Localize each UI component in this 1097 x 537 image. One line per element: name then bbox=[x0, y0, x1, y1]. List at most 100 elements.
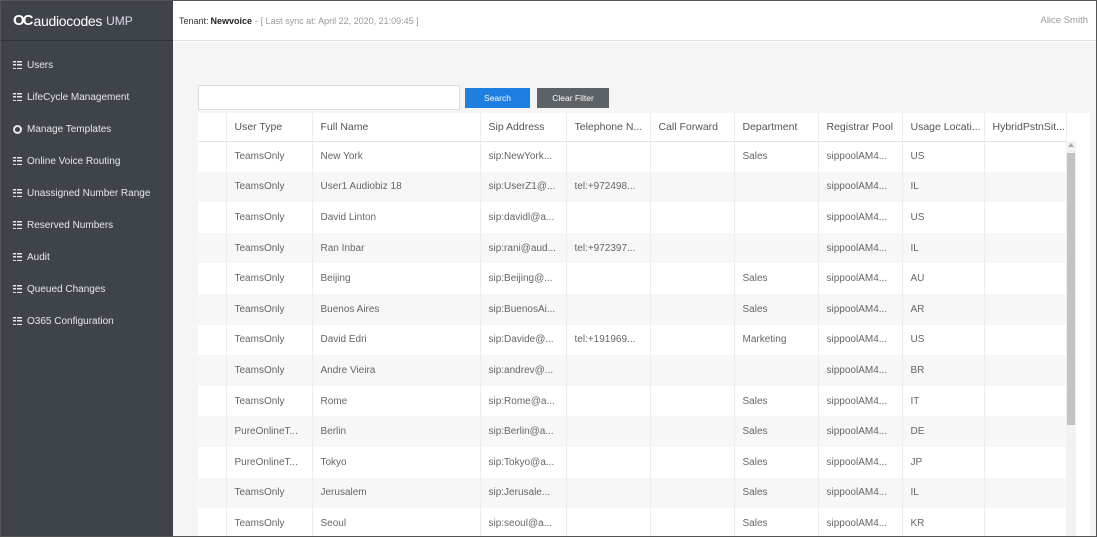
table-row[interactable]: PureOnlineT... Berlin sip:Berlin@a... Sales… bbox=[198, 416, 1067, 447]
column-header[interactable]: Telephone N... bbox=[566, 113, 651, 142]
table-row[interactable]: TeamsOnly Rome sip:Rome@a... Sales sippoolAM… bbox=[198, 385, 1067, 417]
table-cell: Berlin bbox=[312, 416, 481, 447]
user-menu[interactable]: Alice Smith bbox=[1040, 15, 1088, 26]
table-cell bbox=[984, 324, 1067, 356]
table-cell bbox=[650, 202, 735, 233]
table-cell: Buenos Aires bbox=[312, 293, 481, 325]
sidebar-item-queued-changes[interactable]: Queued Changes bbox=[1, 273, 173, 305]
table-cell bbox=[984, 171, 1067, 203]
table-row[interactable]: TeamsOnly Andre Vieira sip:andrev@... sippo… bbox=[198, 355, 1067, 386]
table-cell: sip:UserZ1@... bbox=[480, 171, 567, 203]
table-row[interactable]: TeamsOnly David Linton sip:davidl@a... sipp… bbox=[198, 202, 1067, 233]
table-cell: TeamsOnly bbox=[226, 293, 313, 325]
column-header[interactable]: User Type bbox=[226, 113, 313, 142]
table-cell: sip:Rome@a... bbox=[480, 385, 567, 417]
table-cell: sip:andrev@... bbox=[480, 355, 567, 386]
table-row[interactable]: TeamsOnly Jerusalem sip:Jerusale... Sales si… bbox=[198, 477, 1067, 509]
table-cell: sip:Berlin@a... bbox=[480, 416, 567, 447]
table-row[interactable]: TeamsOnly User1 Audiobiz 18 sip:UserZ1@...… bbox=[198, 171, 1067, 203]
scrollbar-thumb[interactable] bbox=[1067, 153, 1075, 425]
table-cell bbox=[650, 232, 735, 264]
table-cell: Jerusalem bbox=[312, 477, 481, 509]
table-cell bbox=[984, 508, 1067, 536]
table-cell: sippoolAM4... bbox=[818, 141, 903, 172]
sidebar-item-unassigned-number-range[interactable]: Unassigned Number Range bbox=[1, 177, 173, 209]
table-cell: David Linton bbox=[312, 202, 481, 233]
sidebar-item-users[interactable]: Users bbox=[1, 49, 173, 81]
table-row[interactable]: TeamsOnly David Edri sip:Davide@... tel:+19… bbox=[198, 324, 1067, 356]
sidebar-item-reserved-numbers[interactable]: Reserved Numbers bbox=[1, 209, 173, 241]
table-cell: sip:seoul@a... bbox=[480, 508, 567, 536]
sidebar-item-label: Online Voice Routing bbox=[27, 155, 121, 167]
table-cell: DE bbox=[902, 416, 985, 447]
column-header[interactable]: Registrar Pool bbox=[818, 113, 903, 142]
search-bar: Search Clear Filter bbox=[198, 85, 609, 110]
search-input[interactable] bbox=[198, 85, 460, 110]
table-cell bbox=[984, 141, 1067, 172]
sidebar-item-lifecycle-management[interactable]: LifeCycle Management bbox=[1, 81, 173, 113]
table-cell: IL bbox=[902, 171, 985, 203]
table-row[interactable]: TeamsOnly Seoul sip:seoul@a... Sales sippool… bbox=[198, 508, 1067, 536]
table-cell: sip:davidl@a... bbox=[480, 202, 567, 233]
table-cell bbox=[650, 508, 735, 536]
sidebar-item-o365-configuration[interactable]: O365 Configuration bbox=[1, 305, 173, 337]
table-cell bbox=[984, 263, 1067, 294]
table-row[interactable]: TeamsOnly New York sip:NewYork... Sales sipp… bbox=[198, 141, 1067, 172]
table-cell: sippoolAM4... bbox=[818, 446, 903, 478]
table-cell: sippoolAM4... bbox=[818, 508, 903, 536]
table-cell: TeamsOnly bbox=[226, 232, 313, 264]
table-cell: sippoolAM4... bbox=[818, 293, 903, 325]
table-cell bbox=[734, 202, 819, 233]
table-cell: TeamsOnly bbox=[226, 385, 313, 417]
table-cell: sippoolAM4... bbox=[818, 355, 903, 386]
search-button[interactable]: Search bbox=[465, 87, 530, 108]
scroll-up-arrow-icon[interactable] bbox=[1068, 143, 1074, 147]
column-header[interactable]: Full Name bbox=[312, 113, 481, 142]
table-cell: Seoul bbox=[312, 508, 481, 536]
table-cell bbox=[198, 171, 227, 203]
table-cell: Ran Inbar bbox=[312, 232, 481, 264]
column-header[interactable] bbox=[198, 113, 227, 142]
sidebar-item-label: Manage Templates bbox=[27, 123, 112, 135]
table-cell bbox=[198, 446, 227, 478]
table-cell: Rome bbox=[312, 385, 481, 417]
table-cell: tel:+972397... bbox=[566, 232, 651, 264]
users-table: User Type Full Name Sip Address Telephone N… bbox=[198, 113, 1067, 536]
column-header[interactable]: Call Forward bbox=[650, 113, 735, 142]
table-cell: sippoolAM4... bbox=[818, 385, 903, 417]
tenant-label: Tenant: bbox=[179, 15, 209, 26]
column-header[interactable]: Sip Address bbox=[480, 113, 567, 142]
table-cell bbox=[984, 477, 1067, 509]
column-header[interactable]: Department bbox=[734, 113, 819, 142]
table-cell bbox=[650, 263, 735, 294]
table-row[interactable]: TeamsOnly Beijing sip:Beijing@... Sales sipp… bbox=[198, 263, 1067, 294]
column-header[interactable]: HybridPstnSit... bbox=[984, 113, 1067, 142]
table-cell bbox=[198, 293, 227, 325]
table-row[interactable]: PureOnlineT... Tokyo sip:Tokyo@a... Sales si… bbox=[198, 446, 1067, 478]
table-cell: TeamsOnly bbox=[226, 171, 313, 203]
logo[interactable]: OC audiocodes UMP bbox=[1, 1, 173, 41]
table-cell: AR bbox=[902, 293, 985, 325]
table-row[interactable]: TeamsOnly Buenos Aires sip:BuenosAi... Sale… bbox=[198, 293, 1067, 325]
table-cell bbox=[566, 293, 651, 325]
table-cell: TeamsOnly bbox=[226, 263, 313, 294]
table-cell: KR bbox=[902, 508, 985, 536]
table-row[interactable]: TeamsOnly Ran Inbar sip:rani@aud... tel:+97… bbox=[198, 232, 1067, 264]
gear-icon bbox=[13, 124, 22, 134]
last-sync-text: - [ Last sync at: April 22, 2020, 21:09:… bbox=[255, 15, 419, 26]
sidebar-item-audit[interactable]: Audit bbox=[1, 241, 173, 273]
table-cell: sippoolAM4... bbox=[818, 202, 903, 233]
sidebar-item-manage-templates[interactable]: Manage Templates bbox=[1, 113, 173, 145]
table-cell bbox=[198, 232, 227, 264]
column-header[interactable]: Usage Locati... bbox=[902, 113, 985, 142]
table-cell: TeamsOnly bbox=[226, 141, 313, 172]
sidebar-item-online-voice-routing[interactable]: Online Voice Routing bbox=[1, 145, 173, 177]
clear-filter-button[interactable]: Clear Filter bbox=[537, 87, 609, 108]
product-name: UMP bbox=[106, 13, 133, 28]
app-window: OC audiocodes UMP Users LifeCycle Managem… bbox=[0, 0, 1097, 537]
users-table-container: User Type Full Name Sip Address Telephone N… bbox=[198, 113, 1090, 536]
table-cell: Sales bbox=[734, 263, 819, 294]
table-cell bbox=[566, 202, 651, 233]
table-cell bbox=[198, 385, 227, 417]
vertical-scrollbar[interactable] bbox=[1066, 141, 1076, 536]
